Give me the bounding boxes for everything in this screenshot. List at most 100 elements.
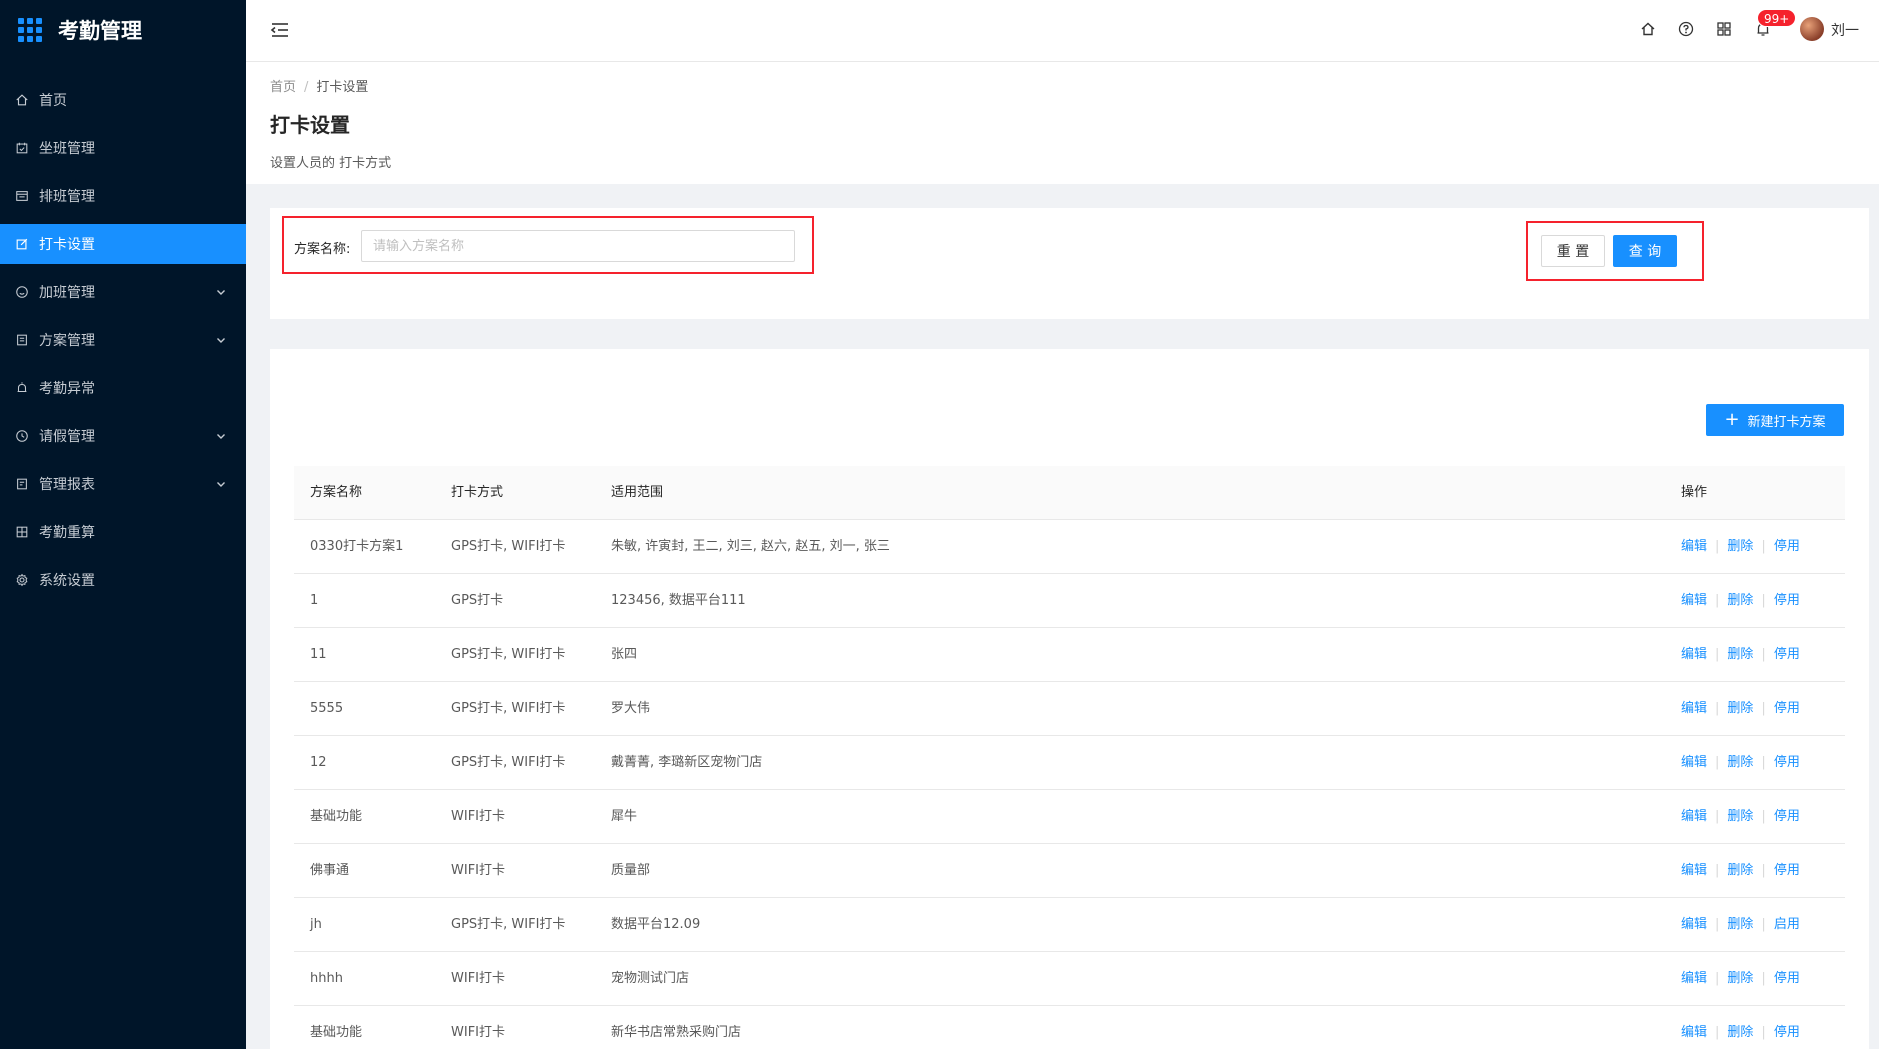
action-divider: | [1761, 755, 1766, 770]
home-icon [14, 92, 30, 108]
toggle-status-link[interactable]: 停用 [1774, 863, 1800, 878]
edit-link[interactable]: 编辑 [1681, 701, 1707, 716]
delete-link[interactable]: 删除 [1727, 917, 1753, 932]
sidebar-item-5[interactable]: 方案管理 [0, 320, 246, 360]
toggle-status-link[interactable]: 停用 [1774, 539, 1800, 554]
delete-link[interactable]: 删除 [1727, 863, 1753, 878]
toggle-status-link[interactable]: 停用 [1774, 1025, 1800, 1040]
sidebar-item-2[interactable]: 排班管理 [0, 176, 246, 216]
delete-link[interactable]: 删除 [1727, 755, 1753, 770]
cell-actions: 编辑 | 删除 | 停用 [1681, 844, 1800, 898]
cell-scheme-name: 1 [310, 593, 319, 608]
cell-scope: 犀牛 [611, 809, 638, 824]
document-icon [14, 332, 30, 348]
app-grid-icon[interactable] [1715, 20, 1733, 38]
action-divider: | [1715, 701, 1720, 716]
new-scheme-button[interactable]: + 新建打卡方案 [1706, 404, 1844, 436]
home-icon[interactable] [1639, 20, 1657, 38]
delete-link[interactable]: 删除 [1727, 971, 1753, 986]
action-divider: | [1761, 809, 1766, 824]
cell-scope: 质量部 [611, 863, 651, 878]
avatar[interactable] [1800, 17, 1824, 41]
logo[interactable]: 考勤管理 [0, 0, 246, 60]
toggle-status-link[interactable]: 停用 [1774, 755, 1800, 770]
table-row: 5555 GPS打卡, WIFI打卡 罗大伟 编辑 | 删除 | 停用 [294, 682, 1845, 736]
edit-link[interactable]: 编辑 [1681, 1025, 1707, 1040]
toggle-status-link[interactable]: 停用 [1774, 593, 1800, 608]
action-divider: | [1761, 647, 1766, 662]
edit-link[interactable]: 编辑 [1681, 917, 1707, 932]
cell-scope: 123456, 数据平台111 [611, 593, 746, 608]
toggle-status-link[interactable]: 停用 [1774, 809, 1800, 824]
delete-link[interactable]: 删除 [1727, 809, 1753, 824]
scheme-name-input[interactable] [361, 230, 795, 262]
delete-link[interactable]: 删除 [1727, 593, 1753, 608]
edit-link[interactable]: 编辑 [1681, 809, 1707, 824]
cell-actions: 编辑 | 删除 | 启用 [1681, 898, 1800, 952]
sidebar-item-label: 请假管理 [39, 429, 95, 445]
delete-link[interactable]: 删除 [1727, 1025, 1753, 1040]
calculator-icon [14, 524, 30, 540]
cell-actions: 编辑 | 删除 | 停用 [1681, 736, 1800, 790]
cell-scope: 新华书店常熟采购门店 [611, 1025, 742, 1040]
cell-check-method: GPS打卡, WIFI打卡 [451, 701, 566, 716]
cell-scope: 朱敏, 许寅封, 王二, 刘三, 赵六, 赵五, 刘一, 张三 [611, 539, 890, 554]
edit-link[interactable]: 编辑 [1681, 647, 1707, 662]
sidebar-item-8[interactable]: 管理报表 [0, 464, 246, 504]
action-divider: | [1761, 971, 1766, 986]
sidebar: 考勤管理 首页坐班管理排班管理打卡设置加班管理方案管理考勤异常请假管理管理报表考… [0, 0, 246, 1049]
toggle-status-link[interactable]: 停用 [1774, 701, 1800, 716]
sidebar-item-10[interactable]: 系统设置 [0, 560, 246, 600]
action-divider: | [1715, 971, 1720, 986]
action-divider: | [1715, 863, 1720, 878]
calendar-check-icon [14, 140, 30, 156]
new-scheme-label: 新建打卡方案 [1747, 414, 1826, 430]
delete-link[interactable]: 删除 [1727, 539, 1753, 554]
sidebar-item-6[interactable]: 考勤异常 [0, 368, 246, 408]
edit-link[interactable]: 编辑 [1681, 863, 1707, 878]
cell-scope: 罗大伟 [611, 701, 651, 716]
edit-link[interactable]: 编辑 [1681, 755, 1707, 770]
cell-scheme-name: 5555 [310, 701, 344, 716]
column-header-actions: 操作 [1681, 485, 1708, 500]
sidebar-item-1[interactable]: 坐班管理 [0, 128, 246, 168]
sidebar-item-7[interactable]: 请假管理 [0, 416, 246, 456]
sidebar-item-3[interactable]: 打卡设置 [0, 224, 246, 264]
cell-actions: 编辑 | 删除 | 停用 [1681, 520, 1800, 574]
delete-link[interactable]: 删除 [1727, 647, 1753, 662]
breadcrumb-current: 打卡设置 [316, 80, 369, 95]
cell-check-method: GPS打卡, WIFI打卡 [451, 917, 566, 932]
table-card: + 新建打卡方案 方案名称 打卡方式 适用范围 操作 0330打卡方案1 GPS打… [270, 349, 1869, 1049]
edit-link[interactable]: 编辑 [1681, 971, 1707, 986]
sidebar-item-0[interactable]: 首页 [0, 80, 246, 120]
sidebar-item-9[interactable]: 考勤重算 [0, 512, 246, 552]
sidebar-item-label: 系统设置 [39, 573, 95, 589]
action-divider: | [1761, 701, 1766, 716]
sidebar-item-label: 考勤重算 [39, 525, 95, 541]
query-button[interactable]: 查 询 [1613, 235, 1677, 267]
sidebar-item-4[interactable]: 加班管理 [0, 272, 246, 312]
delete-link[interactable]: 删除 [1727, 701, 1753, 716]
cell-scope: 数据平台12.09 [611, 917, 701, 932]
cell-scope: 张四 [611, 647, 638, 662]
cell-scheme-name: 基础功能 [310, 809, 363, 824]
edit-link[interactable]: 编辑 [1681, 593, 1707, 608]
breadcrumb-home[interactable]: 首页 [270, 80, 296, 95]
gear-icon [14, 572, 30, 588]
sidebar-item-label: 考勤异常 [39, 381, 95, 397]
toggle-status-link[interactable]: 停用 [1774, 971, 1800, 986]
cell-check-method: WIFI打卡 [451, 971, 505, 986]
action-divider: | [1761, 863, 1766, 878]
table-row: 11 GPS打卡, WIFI打卡 张四 编辑 | 删除 | 停用 [294, 628, 1845, 682]
report-icon [14, 476, 30, 492]
help-icon[interactable] [1677, 20, 1695, 38]
toggle-status-link[interactable]: 停用 [1774, 647, 1800, 662]
menu-fold-icon[interactable] [270, 20, 292, 42]
cell-scheme-name: 佛事通 [310, 863, 350, 878]
reset-button[interactable]: 重 置 [1541, 235, 1605, 267]
username[interactable]: 刘一 [1831, 20, 1859, 40]
toggle-status-link[interactable]: 启用 [1774, 917, 1800, 932]
action-divider: | [1761, 1025, 1766, 1040]
edit-icon [14, 236, 30, 252]
edit-link[interactable]: 编辑 [1681, 539, 1707, 554]
